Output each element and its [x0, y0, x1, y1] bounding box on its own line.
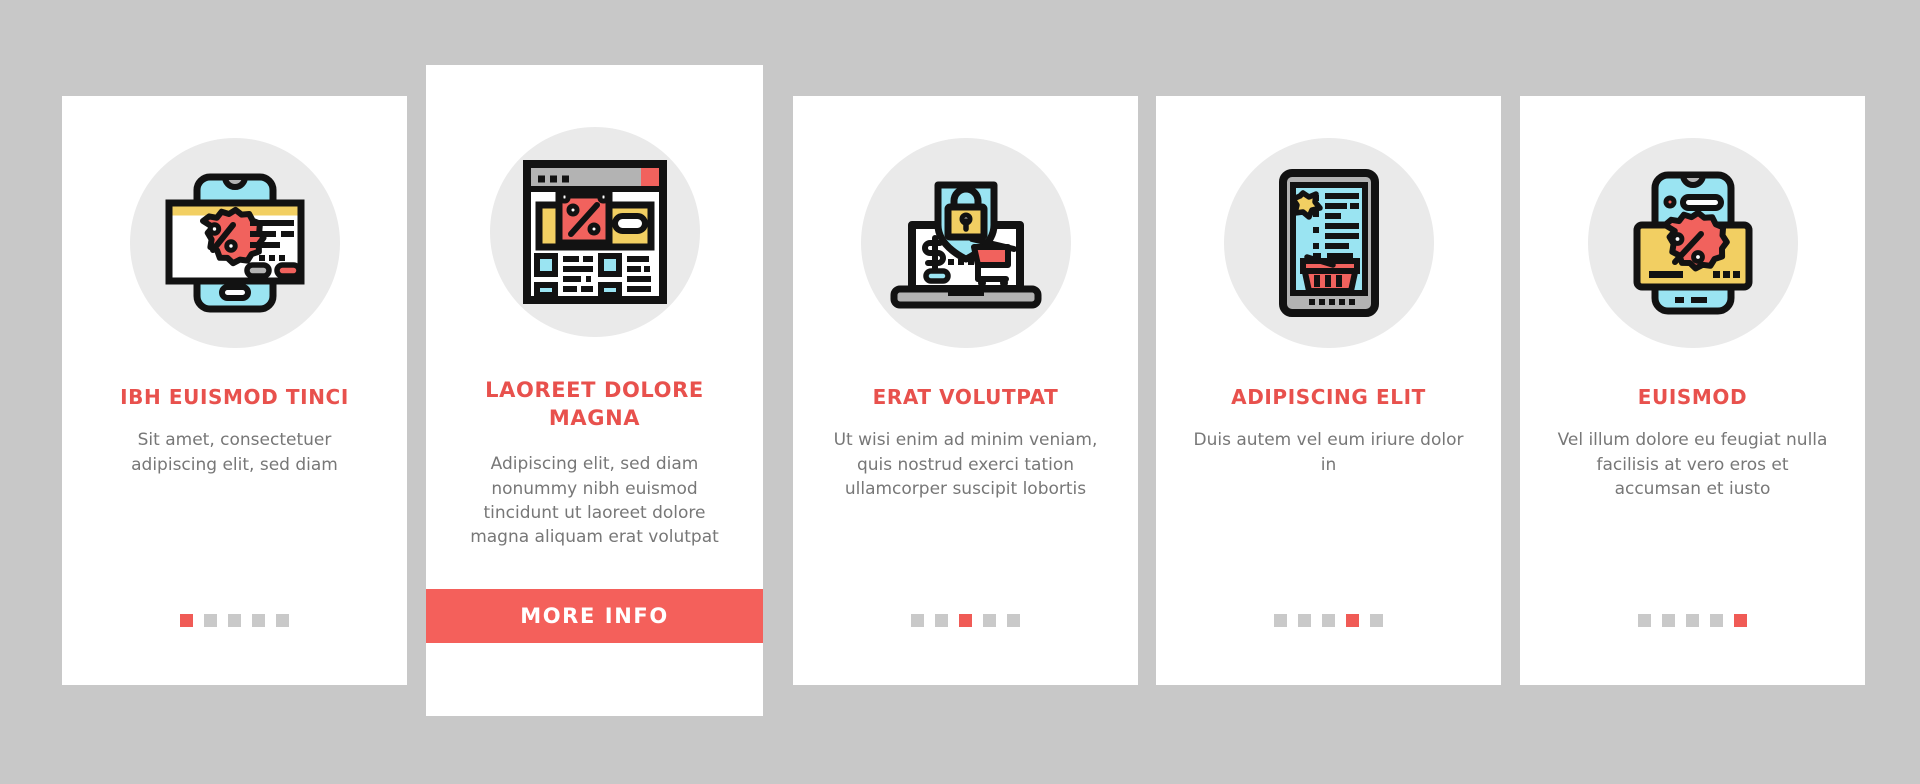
pagination-dot[interactable] [911, 614, 924, 627]
pagination-dot[interactable] [228, 614, 241, 627]
onboarding-screens-stage: IBH EUISMOD TINCI Sit amet, consectetuer… [0, 0, 1920, 784]
pagination-dot[interactable] [252, 614, 265, 627]
pagination-dot[interactable] [1734, 614, 1747, 627]
pagination-dot[interactable] [1322, 614, 1335, 627]
card-description: Sit amet, consectetuer adipiscing elit, … [131, 430, 338, 475]
pagination-dot[interactable] [1662, 614, 1675, 627]
card-title: ADIPISCING ELIT [1231, 385, 1426, 409]
browser-discount-page-icon [522, 160, 667, 304]
pagination-dot[interactable] [180, 614, 193, 627]
card-title: ERAT VOLUTPAT [872, 385, 1059, 409]
icon-container-2 [489, 127, 700, 337]
tablet-shopping-list-icon [1278, 169, 1379, 317]
card-title: IBH EUISMOD TINCI [120, 385, 349, 409]
icon-container-5 [1587, 138, 1798, 348]
onboarding-card-4[interactable]: ADIPISCING ELIT Duis autem vel eum iriur… [1156, 96, 1501, 685]
onboarding-card-1[interactable]: IBH EUISMOD TINCI Sit amet, consectetuer… [62, 96, 407, 685]
pagination-dot[interactable] [1370, 614, 1383, 627]
pagination-dot[interactable] [276, 614, 289, 627]
pagination-dot[interactable] [1007, 614, 1020, 627]
pagination-dots-1[interactable] [62, 614, 407, 627]
pagination-dot[interactable] [1298, 614, 1311, 627]
onboarding-card-5[interactable]: EUISMOD Vel illum dolore eu feugiat null… [1520, 96, 1865, 685]
phone-discount-badge-icon [1633, 171, 1752, 315]
pagination-dot[interactable] [1686, 614, 1699, 627]
pagination-dot[interactable] [204, 614, 217, 627]
pagination-dot[interactable] [959, 614, 972, 627]
card-title: LAOREET DOLORE MAGNA [485, 378, 704, 430]
icon-container-1 [129, 138, 340, 348]
pagination-dot[interactable] [1710, 614, 1723, 627]
icon-container-4 [1223, 138, 1434, 348]
pagination-dot[interactable] [1638, 614, 1651, 627]
onboarding-card-3[interactable]: ERAT VOLUTPAT Ut wisi enim ad minim veni… [793, 96, 1138, 685]
pagination-dot[interactable] [1346, 614, 1359, 627]
onboarding-card-2-featured[interactable]: LAOREET DOLORE MAGNA Adipiscing elit, se… [426, 65, 763, 716]
icon-container-3 [860, 138, 1071, 348]
pagination-dots-5[interactable] [1520, 614, 1865, 627]
card-title: EUISMOD [1637, 385, 1748, 409]
card-description: Adipiscing elit, sed diam nonummy nibh e… [470, 454, 719, 547]
pagination-dots-3[interactable] [793, 614, 1138, 627]
card-description: Vel illum dolore eu feugiat nulla facili… [1557, 430, 1828, 499]
card-description: Ut wisi enim ad minim veniam, quis nostr… [833, 430, 1098, 499]
laptop-secure-shopping-icon [890, 181, 1041, 309]
more-info-button[interactable]: MORE INFO [426, 589, 763, 643]
phone-discount-card-icon [165, 173, 304, 313]
pagination-dot[interactable] [1274, 614, 1287, 627]
pagination-dot[interactable] [935, 614, 948, 627]
pagination-dot[interactable] [983, 614, 996, 627]
card-description: Duis autem vel eum iriure dolor in [1193, 430, 1464, 475]
pagination-dots-4[interactable] [1156, 614, 1501, 627]
